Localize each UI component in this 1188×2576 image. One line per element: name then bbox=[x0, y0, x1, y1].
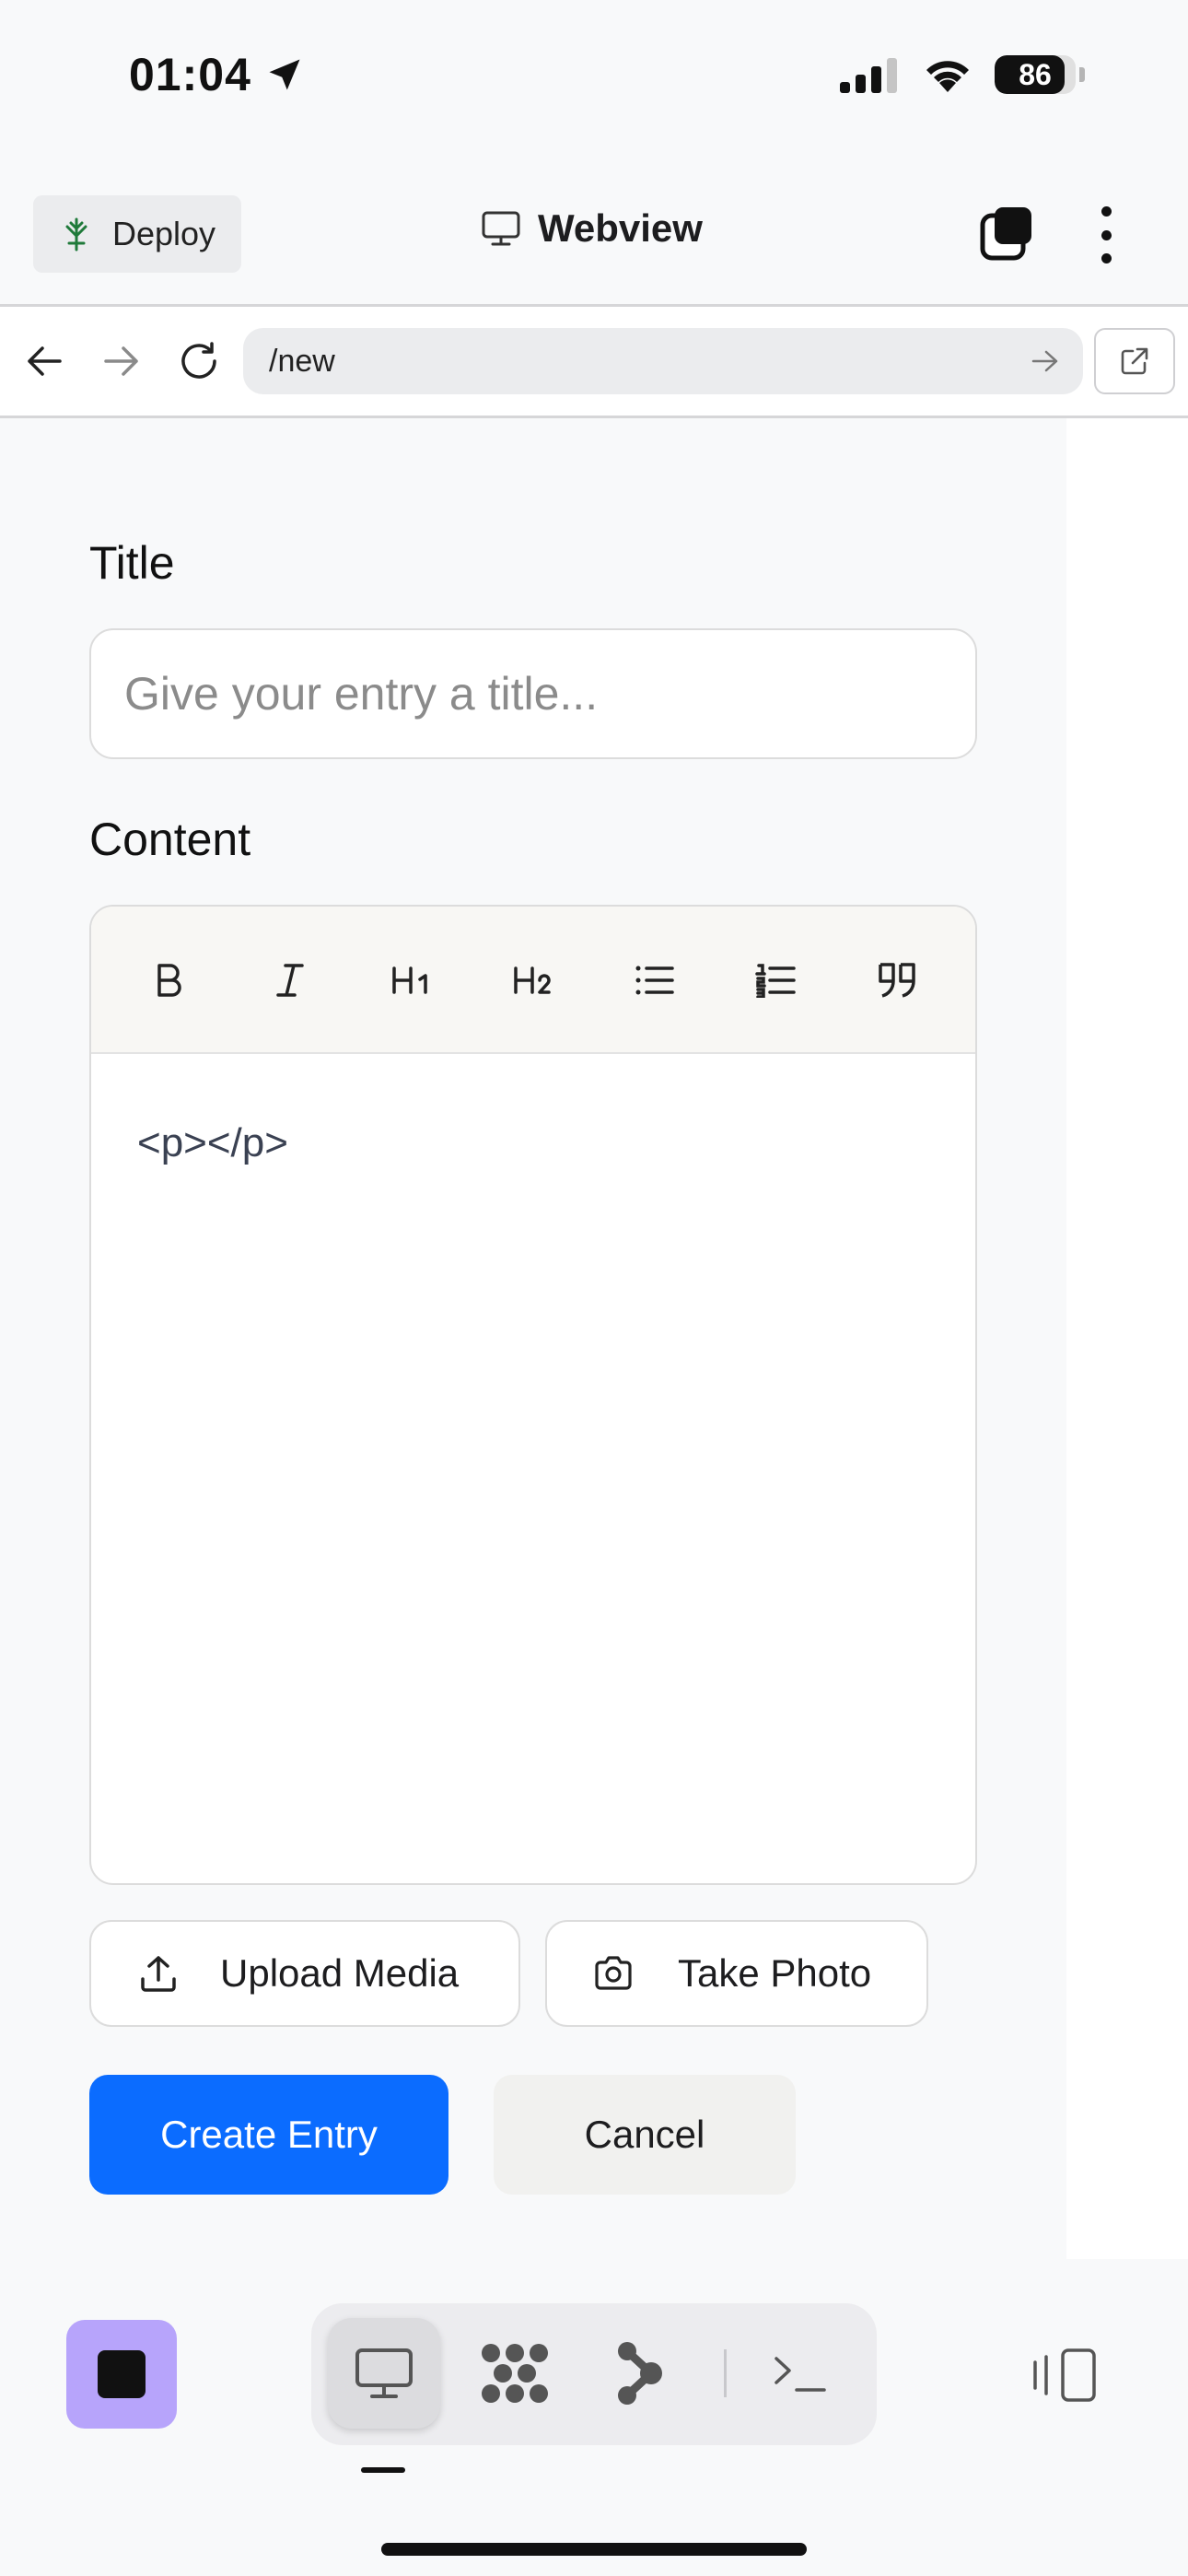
stop-button[interactable] bbox=[66, 2320, 177, 2429]
location-arrow-icon bbox=[264, 54, 305, 95]
create-entry-button[interactable]: Create Entry bbox=[89, 2075, 448, 2195]
view-switcher bbox=[311, 2303, 877, 2445]
home-indicator bbox=[381, 2543, 807, 2556]
take-photo-button[interactable]: Take Photo bbox=[545, 1920, 928, 2027]
heading-1-icon[interactable] bbox=[382, 951, 441, 1010]
external-link-icon bbox=[1118, 345, 1151, 378]
bulleted-list-icon[interactable] bbox=[625, 951, 684, 1010]
heading-2-icon[interactable] bbox=[504, 951, 563, 1010]
header-title: Webview bbox=[481, 206, 703, 251]
cancel-button[interactable]: Cancel bbox=[494, 2075, 796, 2195]
upload-icon bbox=[139, 1954, 178, 1993]
open-external-button[interactable] bbox=[1094, 328, 1175, 394]
tabs-icon[interactable] bbox=[980, 205, 1035, 262]
content-label: Content bbox=[89, 814, 251, 865]
upload-media-button[interactable]: Upload Media bbox=[89, 1920, 520, 2027]
numbered-list-icon[interactable] bbox=[747, 951, 806, 1010]
switcher-divider bbox=[724, 2349, 727, 2397]
title-label: Title bbox=[89, 537, 175, 589]
editor-toolbar bbox=[91, 907, 975, 1054]
forward-arrow-icon[interactable] bbox=[96, 326, 147, 396]
go-arrow-icon[interactable] bbox=[1031, 349, 1059, 373]
bold-icon[interactable] bbox=[139, 951, 198, 1010]
deploy-label: Deploy bbox=[112, 215, 216, 252]
upload-media-label: Upload Media bbox=[220, 1951, 460, 1995]
console-tab-icon[interactable] bbox=[744, 2318, 856, 2429]
take-photo-label: Take Photo bbox=[678, 1951, 872, 1995]
stop-icon bbox=[98, 2350, 146, 2398]
webview-tab-icon[interactable] bbox=[328, 2318, 440, 2429]
title-input[interactable] bbox=[89, 628, 977, 759]
deploy-button[interactable]: Deploy bbox=[33, 195, 241, 273]
url-bar[interactable]: /new bbox=[243, 328, 1083, 394]
battery-icon: 86 bbox=[995, 55, 1076, 94]
editor-content[interactable]: <p></p> bbox=[137, 1120, 288, 1166]
monitor-icon bbox=[481, 210, 521, 247]
battery-level: 86 bbox=[1019, 57, 1052, 91]
signal-icon bbox=[840, 56, 901, 93]
back-arrow-icon[interactable] bbox=[18, 326, 70, 396]
workflows-tab-icon[interactable] bbox=[584, 2318, 696, 2429]
quote-icon[interactable] bbox=[868, 951, 927, 1010]
battery-tip bbox=[1079, 67, 1085, 82]
url-text: /new bbox=[269, 343, 335, 379]
header-title-text: Webview bbox=[538, 206, 703, 250]
active-tab-indicator bbox=[361, 2467, 405, 2473]
status-time-text: 01:04 bbox=[129, 49, 251, 100]
more-menu-icon[interactable] bbox=[1092, 206, 1120, 263]
extensions-tab-icon[interactable] bbox=[459, 2318, 571, 2429]
reload-icon[interactable] bbox=[173, 326, 225, 396]
deploy-icon bbox=[61, 216, 92, 252]
camera-icon bbox=[593, 1955, 634, 1992]
italic-icon[interactable] bbox=[261, 951, 320, 1010]
status-time: 01:04 bbox=[129, 48, 305, 101]
status-indicators: 86 bbox=[840, 55, 1085, 94]
wifi-icon bbox=[921, 55, 974, 94]
rich-text-editor: <p></p> bbox=[89, 905, 977, 1885]
split-view-icon[interactable] bbox=[1031, 2346, 1100, 2405]
webview-gutter bbox=[1066, 418, 1188, 2259]
